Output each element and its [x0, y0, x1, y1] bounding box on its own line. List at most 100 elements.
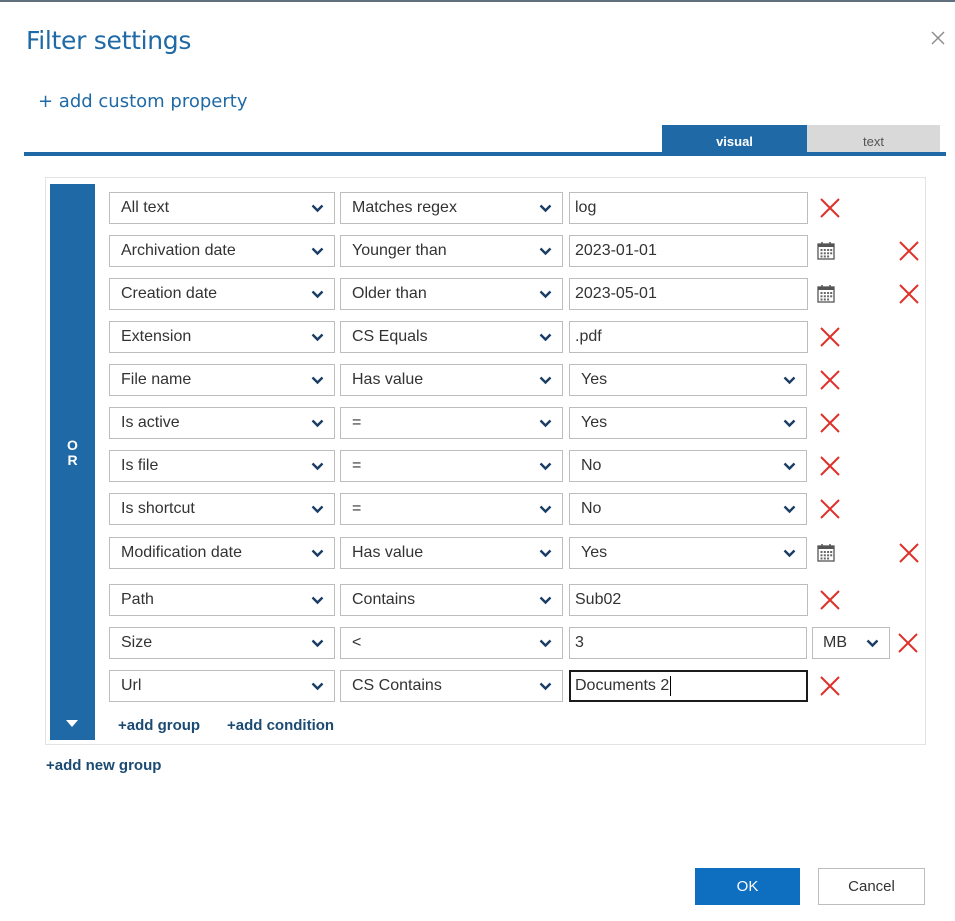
- calendar-icon[interactable]: [815, 283, 837, 305]
- delete-condition-icon[interactable]: [817, 496, 843, 522]
- operator-select-value: Contains: [352, 591, 416, 608]
- property-select[interactable]: Is file: [109, 450, 335, 482]
- property-select-value: All text: [121, 199, 170, 216]
- value-input-text: 2023-05-01: [575, 285, 657, 302]
- property-select-value: File name: [121, 371, 192, 388]
- condition-row: Is file = No: [0, 450, 955, 482]
- operator-select-value: Has value: [352, 544, 424, 561]
- value-select[interactable]: Yes: [569, 407, 807, 439]
- value-input-text: 3: [575, 634, 584, 651]
- delete-condition-icon[interactable]: [896, 540, 922, 566]
- property-select[interactable]: Path: [109, 584, 335, 616]
- operator-select-value: =: [352, 500, 362, 517]
- condition-row: Path Contains Sub02: [0, 584, 955, 616]
- property-select[interactable]: Extension: [109, 321, 335, 353]
- value-input-text: log: [575, 199, 597, 216]
- operator-select[interactable]: CS Equals: [340, 321, 563, 353]
- delete-condition-icon[interactable]: [896, 281, 922, 307]
- property-select[interactable]: Archivation date: [109, 235, 335, 267]
- operator-select-value: <: [352, 634, 362, 651]
- value-input[interactable]: 2023-05-01: [569, 278, 808, 310]
- operator-select[interactable]: =: [340, 450, 563, 482]
- operator-select-value: CS Equals: [352, 328, 428, 345]
- property-select-value: Is shortcut: [121, 500, 195, 517]
- value-select[interactable]: Yes: [569, 537, 807, 569]
- property-select[interactable]: Is shortcut: [109, 493, 335, 525]
- property-select-value: Modification date: [121, 544, 242, 561]
- value-input-text: .pdf: [575, 328, 602, 345]
- value-input[interactable]: Documents 2: [569, 670, 808, 702]
- delete-condition-icon[interactable]: [817, 587, 843, 613]
- operator-select[interactable]: Matches regex: [340, 192, 563, 224]
- property-select[interactable]: Modification date: [109, 537, 335, 569]
- delete-condition-icon[interactable]: [817, 673, 843, 699]
- operator-select[interactable]: Younger than: [340, 235, 563, 267]
- calendar-icon[interactable]: [815, 542, 837, 564]
- value-input[interactable]: 2023-01-01: [569, 235, 808, 267]
- property-select-value: Is active: [121, 414, 180, 431]
- close-icon[interactable]: [928, 28, 948, 48]
- value-input[interactable]: 3: [569, 627, 807, 659]
- condition-row: Creation date Older than 2023-05-01: [0, 278, 955, 310]
- operator-select[interactable]: =: [340, 493, 563, 525]
- delete-condition-icon[interactable]: [817, 367, 843, 393]
- value-input-text: Sub02: [575, 591, 622, 608]
- property-select-value: Path: [121, 591, 154, 608]
- operator-select[interactable]: Older than: [340, 278, 563, 310]
- operator-select[interactable]: CS Contains: [340, 670, 563, 702]
- add-group-link[interactable]: +add group: [118, 717, 200, 734]
- property-select[interactable]: Creation date: [109, 278, 335, 310]
- dialog-top-border: [0, 0, 955, 2]
- condition-row: Modification date Has value Yes: [0, 537, 955, 569]
- add-new-group-link[interactable]: +add new group: [46, 757, 161, 774]
- unit-select[interactable]: MB: [812, 627, 890, 659]
- operator-select-value: CS Contains: [352, 677, 442, 694]
- value-input-text: 2023-01-01: [575, 242, 657, 259]
- value-select-value: Yes: [581, 414, 608, 431]
- tab-text[interactable]: text: [807, 125, 940, 153]
- calendar-icon[interactable]: [815, 240, 837, 262]
- value-select-value: No: [581, 500, 602, 517]
- delete-condition-icon[interactable]: [817, 453, 843, 479]
- value-select[interactable]: No: [569, 450, 807, 482]
- delete-condition-icon[interactable]: [895, 630, 921, 656]
- collapse-arrow-icon[interactable]: [66, 720, 78, 727]
- delete-condition-icon[interactable]: [817, 410, 843, 436]
- operator-select[interactable]: =: [340, 407, 563, 439]
- operator-select-value: Matches regex: [352, 199, 457, 216]
- property-select[interactable]: Is active: [109, 407, 335, 439]
- value-input[interactable]: Sub02: [569, 584, 808, 616]
- value-input[interactable]: log: [569, 192, 808, 224]
- add-condition-link[interactable]: +add condition: [227, 717, 334, 734]
- cancel-button[interactable]: Cancel: [818, 868, 925, 905]
- operator-select[interactable]: Contains: [340, 584, 563, 616]
- condition-row: Is active = Yes: [0, 407, 955, 439]
- condition-row: Is shortcut = No: [0, 493, 955, 525]
- delete-condition-icon[interactable]: [817, 324, 843, 350]
- ok-button[interactable]: OK: [695, 868, 800, 905]
- property-select[interactable]: Size: [109, 627, 335, 659]
- text-caret: [670, 675, 672, 696]
- tab-visual[interactable]: visual: [662, 125, 807, 153]
- delete-condition-icon[interactable]: [896, 238, 922, 264]
- property-select-value: Extension: [121, 328, 192, 345]
- property-select[interactable]: Url: [109, 670, 335, 702]
- value-select[interactable]: Yes: [569, 364, 807, 396]
- operator-select-value: Has value: [352, 371, 424, 388]
- condition-row: Size <3 MB: [0, 627, 955, 659]
- add-custom-property-link[interactable]: + add custom property: [38, 91, 247, 112]
- value-input[interactable]: .pdf: [569, 321, 808, 353]
- condition-row: Extension CS Equals .pdf: [0, 321, 955, 353]
- property-select[interactable]: All text: [109, 192, 335, 224]
- operator-select-value: Older than: [352, 285, 427, 302]
- property-select-value: Is file: [121, 457, 159, 474]
- value-select[interactable]: No: [569, 493, 807, 525]
- delete-condition-icon[interactable]: [817, 195, 843, 221]
- property-select-value: Url: [121, 677, 142, 694]
- value-select-value: Yes: [581, 371, 608, 388]
- operator-select[interactable]: Has value: [340, 364, 563, 396]
- property-select[interactable]: File name: [109, 364, 335, 396]
- condition-row: All text Matches regex log: [0, 192, 955, 224]
- operator-select[interactable]: <: [340, 627, 563, 659]
- operator-select[interactable]: Has value: [340, 537, 563, 569]
